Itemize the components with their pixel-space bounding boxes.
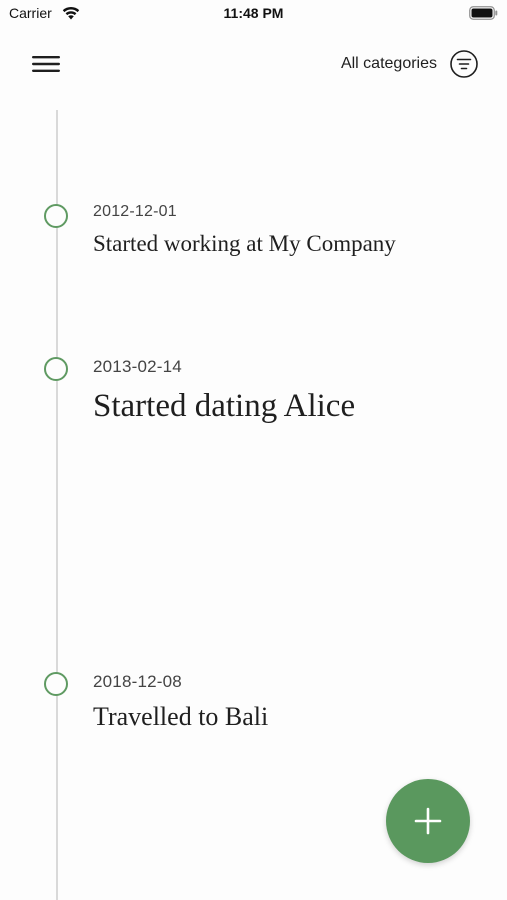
category-filter-label: All categories	[340, 55, 437, 72]
timeline-line	[56, 110, 58, 900]
event-date: 2013-02-14	[93, 357, 182, 376]
event-date: 2018-12-08	[93, 672, 182, 691]
timeline-dot-icon	[44, 672, 68, 696]
category-filter-button[interactable]: All categories	[341, 48, 479, 80]
battery-icon	[469, 6, 498, 20]
timeline-dot-icon	[44, 357, 68, 381]
add-event-button[interactable]	[386, 779, 470, 863]
event-title: Started working at My Company	[93, 231, 396, 256]
event-title: Started dating Alice	[93, 388, 356, 424]
clock: 11:48 PM	[223, 5, 284, 21]
menu-button[interactable]	[30, 52, 62, 76]
plus-icon	[414, 807, 442, 835]
timeline-dot-icon	[44, 204, 68, 228]
status-bar: Carrier 11:48 PM	[0, 0, 507, 28]
event-date: 2012-12-01	[93, 203, 177, 220]
event-title: Travelled to Bali	[93, 702, 269, 731]
hamburger-menu-icon	[32, 56, 60, 72]
filter-icon	[450, 50, 478, 78]
